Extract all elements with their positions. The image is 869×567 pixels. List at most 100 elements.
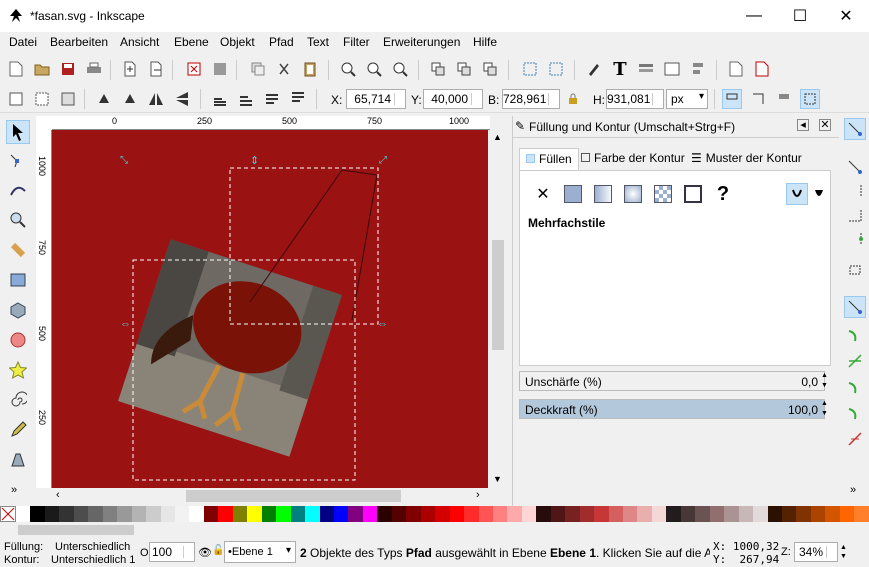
new-document-icon[interactable]: [6, 59, 26, 79]
snap-midpoints-icon[interactable]: [844, 428, 866, 450]
palette-swatch[interactable]: [73, 506, 89, 522]
print-icon[interactable]: [84, 59, 104, 79]
paste-icon[interactable]: [300, 59, 320, 79]
linear-gradient-icon[interactable]: [592, 183, 614, 205]
palette-swatch[interactable]: [377, 506, 392, 522]
palette-swatch[interactable]: [724, 506, 739, 522]
scale-corners-icon[interactable]: [748, 89, 768, 109]
canvas-artwork[interactable]: [52, 130, 488, 488]
palette-swatch[interactable]: [146, 506, 161, 522]
palette-swatch[interactable]: [507, 506, 522, 522]
pattern-icon[interactable]: [652, 183, 674, 205]
palette-swatch[interactable]: [203, 506, 219, 522]
layer-select[interactable]: •Ebene 1 ▾: [224, 541, 296, 563]
selector-tool-icon[interactable]: [6, 120, 30, 144]
palette-swatch[interactable]: [276, 506, 291, 522]
import-icon[interactable]: [120, 59, 140, 79]
palette-swatch[interactable]: [362, 506, 378, 522]
palette-scroll-thumb[interactable]: [18, 525, 134, 535]
tab-stroke-paint[interactable]: Farbe der Kontur: [575, 148, 691, 170]
snap-intersections-icon[interactable]: [844, 350, 866, 372]
raise-icon[interactable]: [262, 89, 282, 109]
select-all-icon[interactable]: [6, 89, 26, 109]
document-properties-icon[interactable]: [726, 59, 746, 79]
snap-bbox-corners-icon[interactable]: [844, 204, 866, 226]
palette-swatch[interactable]: [753, 506, 768, 522]
vertical-scrollbar[interactable]: ▲ ▼: [490, 130, 506, 488]
open-folder-icon[interactable]: [32, 59, 52, 79]
menu-erweiterungen[interactable]: Erweiterungen: [383, 35, 460, 49]
hide-layer-icon[interactable]: 👁: [198, 546, 212, 559]
palette-swatch[interactable]: [348, 506, 363, 522]
scale-handle-e[interactable]: ⇔: [377, 319, 389, 330]
node-tool-icon[interactable]: [6, 150, 30, 174]
lock-layer-icon[interactable]: 🔓: [212, 545, 224, 556]
group-icon[interactable]: [520, 59, 540, 79]
palette-swatch[interactable]: [796, 506, 811, 522]
palette-swatch[interactable]: [767, 506, 783, 522]
redo-icon[interactable]: [210, 59, 230, 79]
flip-horizontal-icon[interactable]: [146, 89, 166, 109]
menu-hilfe[interactable]: Hilfe: [473, 35, 497, 49]
menu-ebene[interactable]: Ebene: [174, 35, 209, 49]
lock-ratio-icon[interactable]: [563, 89, 583, 109]
palette-swatch[interactable]: [521, 506, 537, 522]
snap-smooth-nodes-icon[interactable]: [844, 402, 866, 424]
palette-swatch[interactable]: [594, 506, 609, 522]
zoom-input[interactable]: 34%: [794, 542, 838, 562]
blur-spin-icon[interactable]: ▲ ▼: [821, 371, 831, 391]
palette-swatch[interactable]: [391, 506, 407, 522]
palette-swatch[interactable]: [464, 506, 479, 522]
menu-pfad[interactable]: Pfad: [269, 35, 294, 49]
scale-stroke-icon[interactable]: [722, 89, 742, 109]
palette-swatch[interactable]: [608, 506, 624, 522]
deselect-icon[interactable]: [58, 89, 78, 109]
zoom-tool-icon[interactable]: [6, 208, 30, 232]
x-input[interactable]: 65,714: [346, 89, 406, 109]
snap-bbox-center-icon[interactable]: [844, 258, 866, 280]
horizontal-scroll-thumb[interactable]: [186, 490, 401, 502]
blur-slider[interactable]: Unschärfe (%) 0,0: [519, 371, 825, 391]
more-snaps-chevron-icon[interactable]: »: [850, 484, 856, 496]
ellipse-tool-icon[interactable]: [6, 328, 30, 352]
snap-bbox-edges-icon[interactable]: [844, 180, 866, 202]
xml-editor-icon[interactable]: [662, 59, 682, 79]
palette-swatch[interactable]: [261, 506, 277, 522]
flat-color-icon[interactable]: [562, 183, 584, 205]
zoom-drawing-icon[interactable]: [364, 59, 384, 79]
palette-swatch[interactable]: [247, 506, 262, 522]
palette-swatch[interactable]: [174, 506, 190, 522]
tab-fill[interactable]: Füllen: [519, 148, 579, 170]
spiral-tool-icon[interactable]: [6, 388, 30, 412]
scale-handle-w[interactable]: ⇔: [120, 319, 132, 330]
zoom-page-icon[interactable]: [390, 59, 410, 79]
pencil-tool-icon[interactable]: [6, 418, 30, 442]
fill-stroke-icon[interactable]: [584, 59, 604, 79]
palette-swatch[interactable]: [478, 506, 493, 522]
snap-bbox-icon[interactable]: [844, 156, 866, 178]
snap-nodes-icon[interactable]: [844, 296, 866, 318]
snap-bbox-midpoints-icon[interactable]: [844, 228, 866, 250]
pen-tool-icon[interactable]: [6, 448, 30, 472]
move-patterns-icon[interactable]: [800, 89, 820, 109]
palette-swatch[interactable]: [59, 506, 74, 522]
save-icon[interactable]: [58, 59, 78, 79]
palette-swatch[interactable]: [406, 506, 421, 522]
palette-swatch[interactable]: [839, 506, 855, 522]
no-color-swatch-icon[interactable]: [0, 506, 16, 522]
unit-select[interactable]: px ▾: [666, 89, 708, 109]
palette-swatch[interactable]: [738, 506, 754, 522]
palette-swatch[interactable]: [160, 506, 175, 522]
fill-rule-nonzero-icon[interactable]: [808, 183, 830, 205]
palette-swatch[interactable]: [709, 506, 725, 522]
scale-handle-nw[interactable]: ⤡: [120, 156, 130, 166]
horizontal-scrollbar[interactable]: ‹ ›: [52, 488, 490, 504]
palette-swatch[interactable]: [319, 506, 334, 522]
layers-icon[interactable]: [636, 59, 656, 79]
scroll-left-icon[interactable]: ‹: [56, 489, 60, 501]
scale-handle-ne[interactable]: ⤢: [379, 156, 389, 166]
export-icon[interactable]: [146, 59, 166, 79]
palette-swatch[interactable]: [435, 506, 450, 522]
menu-ansicht[interactable]: Ansicht: [120, 35, 159, 49]
menu-filter[interactable]: Filter: [343, 35, 370, 49]
